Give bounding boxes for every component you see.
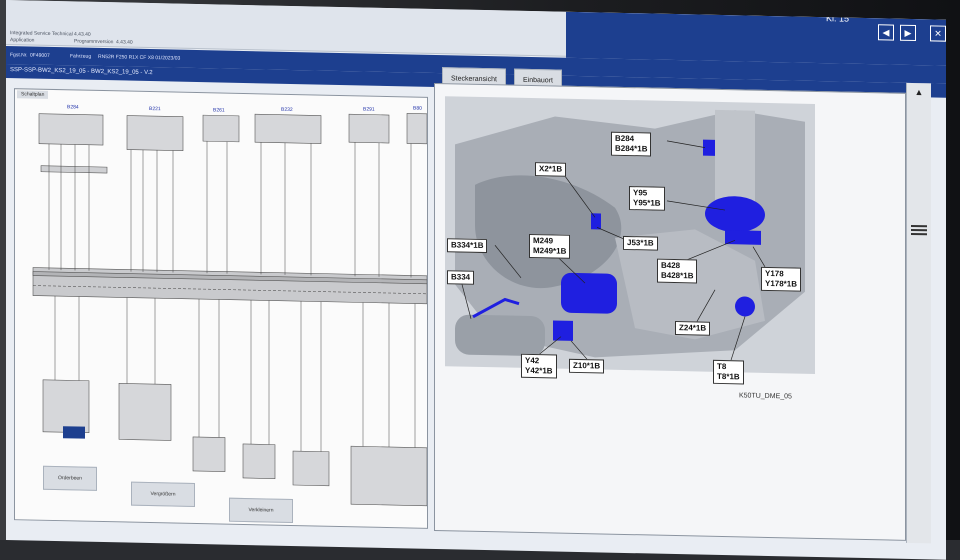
- engine-bay-illustration: [445, 96, 815, 374]
- diagram-label-4: B291: [363, 106, 375, 112]
- application-label: Application: [10, 37, 35, 44]
- wiring-diagram-pane: Schaltplan B284 B221 B261 B232 B291 B80 …: [14, 88, 428, 529]
- program-version-label: Programmversion: [74, 38, 114, 46]
- zoom-out-label: Verkleinern: [248, 507, 274, 514]
- figure-id: K50TU_DME_05: [739, 392, 792, 401]
- tab-connector-view-label: Steckeransicht: [451, 75, 497, 84]
- diagram-label-3: B232: [281, 107, 293, 113]
- zoom-out-button[interactable]: Verkleinern: [229, 497, 293, 524]
- tab-installation-location-label: Einbauort: [523, 76, 553, 85]
- wiring-diagram: B284 B221 B261 B232 B291 B80: [32, 104, 427, 507]
- callout-j53[interactable]: J53*1B: [623, 235, 658, 251]
- callout-y95[interactable]: Y95 Y95*1B: [629, 186, 665, 211]
- forward-button[interactable]: ▶: [900, 24, 916, 42]
- application-window: Integrated Service Technical 4.43.40 App…: [6, 0, 946, 560]
- callout-b334[interactable]: B334: [447, 270, 475, 285]
- callout-y42[interactable]: Y42 Y42*1B: [521, 353, 557, 379]
- menu-icon[interactable]: [911, 223, 927, 236]
- callout-z10[interactable]: Z10*1B: [569, 358, 605, 374]
- callout-b334-1b[interactable]: B334*1B: [447, 238, 488, 254]
- diagram-label-2: B261: [213, 107, 225, 113]
- header-banner: Kl. 15 ◀ ▶ ✕: [566, 11, 946, 66]
- scroll-up-icon[interactable]: ▲: [913, 87, 925, 97]
- diagram-label-0: B284: [67, 104, 79, 110]
- vertical-scrollbar[interactable]: ▲: [906, 82, 931, 544]
- bottom-button-0-label: Orderbeen: [58, 475, 82, 482]
- diagram-label-1: B221: [149, 106, 161, 112]
- callout-t8[interactable]: T8 T8*1B: [713, 359, 744, 385]
- callout-b284[interactable]: B284 B284*1B: [611, 131, 652, 157]
- app-version: 4.43.40: [74, 31, 91, 38]
- callout-y178[interactable]: Y178 Y178*1B: [761, 266, 802, 292]
- close-button[interactable]: ✕: [930, 25, 946, 42]
- installation-location-pane: B284 B284*1B X2*1B Y95 Y95*1B J53*1B B33…: [434, 82, 906, 541]
- diagram-label-5: B80: [413, 106, 422, 112]
- zoom-in-button[interactable]: Vergrößern: [131, 481, 195, 507]
- callout-z24[interactable]: Z24*1B: [675, 321, 711, 336]
- back-button[interactable]: ◀: [878, 24, 894, 41]
- selected-pin-marker[interactable]: [63, 426, 85, 439]
- zoom-in-label: Vergrößern: [150, 491, 176, 498]
- callout-b428[interactable]: B428 B428*1B: [657, 258, 698, 284]
- bottom-button-0[interactable]: Orderbeen: [43, 465, 97, 491]
- callout-x2[interactable]: X2*1B: [535, 162, 567, 177]
- callout-m249[interactable]: M249 M249*1B: [529, 233, 571, 259]
- program-version: 4.43.40: [116, 39, 133, 46]
